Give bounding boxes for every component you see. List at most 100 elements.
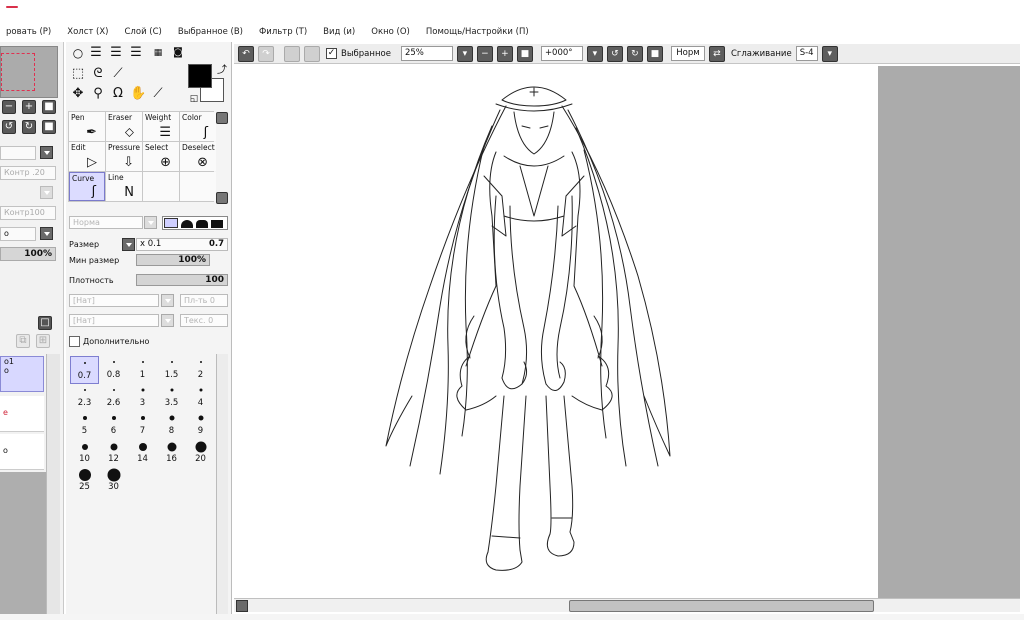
deselect-button[interactable]: [284, 45, 300, 62]
navigator-reset-button[interactable]: ■: [42, 100, 56, 114]
list-view-3-icon[interactable]: ☰: [128, 46, 144, 62]
layer-copy-button[interactable]: ⧉: [16, 334, 30, 348]
rotate-reset-button[interactable]: ■: [646, 45, 663, 62]
tool-edit[interactable]: Edit ▷: [69, 142, 105, 171]
texture-select[interactable]: [Нат]: [69, 294, 159, 307]
brush-size[interactable]: 2: [186, 356, 215, 384]
chevron-down-icon[interactable]: [122, 238, 135, 251]
undo-button[interactable]: ↶: [238, 45, 254, 62]
brush-size[interactable]: 1: [128, 356, 157, 384]
navigator-thumbnail[interactable]: [0, 46, 58, 98]
circle-icon[interactable]: ○: [70, 46, 86, 62]
density-bar[interactable]: 100: [136, 274, 228, 286]
layer-new-button[interactable]: □: [38, 316, 52, 330]
chevron-down-icon[interactable]: [161, 294, 174, 307]
canvas-paper[interactable]: [234, 66, 878, 598]
brush-size[interactable]: 1.5: [157, 356, 186, 384]
brush-size[interactable]: 14: [128, 440, 157, 468]
brush-shape-triangle-icon[interactable]: [164, 218, 178, 228]
navigator-viewport[interactable]: [1, 53, 35, 91]
navigator-minus-button[interactable]: −: [2, 100, 16, 114]
rotate-left-button[interactable]: ↺: [2, 120, 16, 134]
brush-size[interactable]: 10: [70, 440, 99, 468]
rotate-reset-button[interactable]: ■: [42, 120, 56, 134]
swap-colors-icon[interactable]: ⤴: [214, 64, 230, 80]
tool-curve[interactable]: Curve ʃ: [69, 172, 105, 201]
menu-edit[interactable]: ровать (P): [0, 27, 61, 37]
flip-button[interactable]: ⇄: [708, 45, 725, 62]
rotate-icon[interactable]: Ω: [110, 87, 126, 103]
tool-pen[interactable]: Pen ✒: [69, 112, 105, 141]
chevron-down-icon[interactable]: [40, 227, 53, 240]
list-view-2-icon[interactable]: ☰: [108, 46, 124, 62]
rect-select-icon[interactable]: ⬚: [70, 67, 86, 83]
brush-shape-round-icon[interactable]: [181, 220, 193, 228]
opacity-bar[interactable]: 100%: [0, 247, 56, 261]
magic-wand-icon[interactable]: ⟋: [110, 67, 126, 83]
brush-size[interactable]: 20: [186, 440, 215, 468]
menu-canvas[interactable]: Холст (X): [61, 27, 118, 37]
layer-item[interactable]: о: [0, 434, 44, 470]
brush-size[interactable]: 6: [99, 412, 128, 440]
layer-mode-select[interactable]: [0, 146, 36, 160]
mode-button[interactable]: Норм: [670, 46, 705, 61]
rotation-dropdown-button[interactable]: ▾: [586, 45, 603, 62]
brush-size[interactable]: 3.5: [157, 384, 186, 412]
grid-view-icon[interactable]: ▦: [150, 46, 166, 62]
tool-pressure[interactable]: Pressure ⇩: [106, 142, 142, 171]
chevron-down-icon[interactable]: [144, 216, 157, 229]
layer-item[interactable]: о1 о: [0, 356, 44, 392]
scroll-left-button[interactable]: [236, 600, 248, 612]
zoom-icon[interactable]: ⚲: [90, 87, 106, 103]
chevron-down-icon[interactable]: [161, 314, 174, 327]
brush-shape-selector[interactable]: [162, 216, 228, 230]
menu-filter[interactable]: Фильтр (T): [253, 27, 317, 37]
texture2-select[interactable]: [Нат]: [69, 314, 159, 327]
min-size-bar[interactable]: 100%: [136, 254, 210, 266]
rotate-right-button[interactable]: ↻: [22, 120, 36, 134]
tool-deselect[interactable]: Deselect ⊗: [180, 142, 216, 171]
brush-size[interactable]: 16: [157, 440, 186, 468]
scroll-thumb[interactable]: [569, 600, 874, 612]
size-slider[interactable]: x 0.1 0.7: [136, 238, 228, 251]
layer-merge-button[interactable]: ⊞: [36, 334, 50, 348]
zoom-in-button[interactable]: +: [496, 45, 513, 62]
hand-icon[interactable]: ✋: [130, 87, 146, 103]
brush-size[interactable]: 9: [186, 412, 215, 440]
contrast-field-2[interactable]: Контр100: [0, 206, 56, 220]
foreground-color-swatch[interactable]: [188, 64, 212, 88]
brush-shape-square-icon[interactable]: [211, 220, 223, 228]
chevron-down-icon[interactable]: [40, 186, 53, 199]
rotate-left-button[interactable]: ↺: [606, 45, 623, 62]
brush-scrollbar[interactable]: [216, 354, 228, 616]
eyedropper-icon[interactable]: ⟋: [150, 87, 166, 103]
layer-option-field[interactable]: о: [0, 227, 36, 241]
tool-weight[interactable]: Weight ☰: [143, 112, 179, 141]
zoom-out-button[interactable]: −: [476, 45, 493, 62]
menu-layer[interactable]: Слой (C): [119, 27, 172, 37]
brush-size[interactable]: 0.8: [99, 356, 128, 384]
brush-size[interactable]: 0.7: [70, 356, 99, 384]
selection-checkbox[interactable]: ✓: [326, 48, 337, 59]
tool-line[interactable]: Line N: [106, 172, 142, 201]
lasso-icon[interactable]: ᘓ: [90, 67, 106, 83]
tool-scroll-down[interactable]: [216, 192, 228, 204]
menu-window[interactable]: Окно (O): [365, 27, 420, 37]
rotation-field[interactable]: +000°: [540, 46, 583, 61]
smoothing-field[interactable]: S-4: [795, 46, 818, 61]
brush-size[interactable]: 12: [99, 440, 128, 468]
layer-scrollbar[interactable]: [46, 354, 60, 616]
rotate-right-button[interactable]: ↻: [626, 45, 643, 62]
blend-mode-select[interactable]: Норма: [69, 216, 143, 229]
preview-icon[interactable]: ◙: [170, 46, 186, 62]
brush-size[interactable]: 7: [128, 412, 157, 440]
zoom-field[interactable]: 25%: [400, 46, 453, 61]
brush-size[interactable]: 2.3: [70, 384, 99, 412]
horizontal-scrollbar[interactable]: [234, 598, 1020, 612]
tool-scroll-up[interactable]: [216, 112, 228, 124]
brush-shape-flat-icon[interactable]: [196, 220, 208, 228]
smoothing-dropdown-button[interactable]: ▾: [821, 45, 838, 62]
zoom-reset-button[interactable]: ■: [516, 45, 533, 62]
canvas-area[interactable]: [234, 66, 1020, 598]
tool-eraser[interactable]: Eraser ⬦: [106, 112, 142, 141]
